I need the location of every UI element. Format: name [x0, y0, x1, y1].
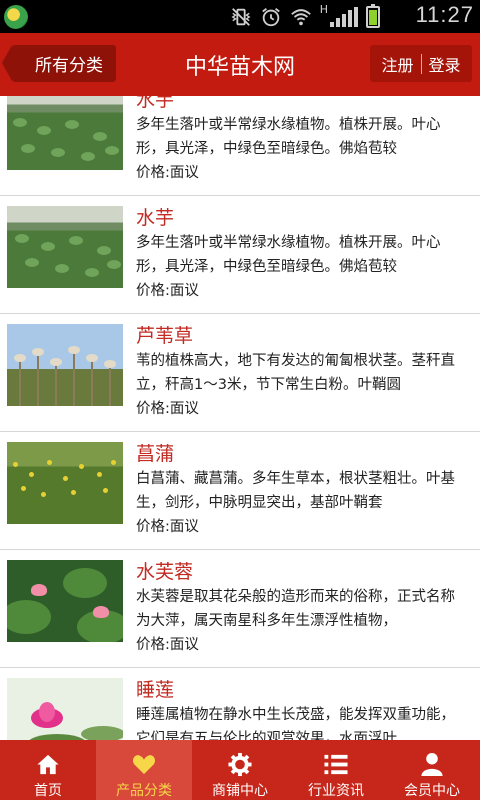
- reed-thumbnail: [7, 324, 123, 406]
- nav-label: 产品分类: [116, 783, 172, 799]
- product-price: 价格:面议: [136, 401, 199, 417]
- app-header: 所有分类 中华苗木网 注册 登录: [0, 33, 480, 96]
- field-thumbnail: [7, 206, 123, 288]
- clock: 11:27: [415, 2, 474, 27]
- water-lily-thumbnail: [7, 678, 123, 740]
- nav-industry-news[interactable]: 行业资讯: [288, 740, 384, 800]
- network-type-label: H: [319, 2, 328, 16]
- product-item[interactable]: 菖蒲 白菖蒲、藏菖蒲。多年生草本，根状茎粗壮。叶基生，剑形，中脉明显突出，基部叶…: [0, 432, 480, 550]
- product-name[interactable]: 芦苇草: [136, 323, 466, 349]
- product-name[interactable]: 菖蒲: [136, 441, 466, 467]
- product-item[interactable]: 水芋 多年生落叶或半常绿水缘植物。植株开展。叶心形，具光泽，中绿色至暗绿色。佛焰…: [0, 96, 480, 196]
- auth-buttons: 注册 登录: [370, 45, 472, 82]
- nav-label: 会员中心: [404, 783, 460, 799]
- nav-shop-center[interactable]: 商铺中心: [192, 740, 288, 800]
- page-title: 中华苗木网: [184, 55, 295, 80]
- auth-divider: [420, 53, 422, 74]
- bottom-navigation: 首页 产品分类 商铺中心 行业资讯 会员中心: [0, 740, 480, 800]
- wifi-icon: [290, 9, 311, 26]
- alarm-icon: [261, 8, 280, 27]
- iris-thumbnail: [7, 442, 123, 524]
- field-thumbnail: [7, 96, 123, 170]
- login-button[interactable]: 登录: [429, 52, 461, 76]
- product-item[interactable]: 芦苇草 苇的植株高大，地下有发达的匍匐根状茎。茎秆直立，秆高1～3米，节下常生白…: [0, 314, 480, 432]
- gear-icon: [228, 752, 252, 777]
- product-item[interactable]: 睡莲 睡莲属植物在静水中生长茂盛，能发挥双重功能，它们是有五与伦比的观赏效果，水…: [0, 668, 480, 740]
- user-icon: [421, 752, 443, 777]
- product-list[interactable]: 水芋 多年生落叶或半常绿水缘植物。植株开展。叶心形，具光泽，中绿色至暗绿色。佛焰…: [0, 96, 480, 740]
- list-icon: [324, 754, 348, 775]
- product-price: 价格:面议: [136, 283, 199, 299]
- product-name[interactable]: 水芋: [136, 96, 466, 113]
- product-price: 价格:面议: [136, 519, 199, 535]
- nav-member-center[interactable]: 会员中心: [384, 740, 480, 800]
- product-description: 白菖蒲、藏菖蒲。多年生草本，根状茎粗壮。叶基生，剑形，中脉明显突出，基部叶鞘套: [136, 471, 455, 511]
- status-icons: H: [230, 2, 380, 29]
- nav-label: 商铺中心: [212, 783, 268, 799]
- nav-home[interactable]: 首页: [0, 740, 96, 800]
- product-description: 多年生落叶或半常绿水缘植物。植株开展。叶心形，具光泽，中绿色至暗绿色。佛焰苞较: [136, 117, 441, 157]
- product-name[interactable]: 睡莲: [136, 677, 466, 703]
- battery-icon: [366, 4, 380, 28]
- product-description: 苇的植株高大，地下有发达的匍匐根状茎。茎秆直立，秆高1～3米，节下常生白粉。叶鞘…: [136, 353, 455, 393]
- product-name[interactable]: 水芙蓉: [136, 559, 466, 585]
- app-notification-icon: [4, 5, 28, 29]
- product-description: 睡莲属植物在静水中生长茂盛，能发挥双重功能，它们是有五与伦比的观赏效果，水面浮叶: [136, 707, 455, 740]
- product-item[interactable]: 水芙蓉 水芙蓉是取其花朵般的造形而来的俗称，正式名称为大萍，属天南星科多年生漂浮…: [0, 550, 480, 668]
- vibrate-icon: [231, 8, 251, 26]
- product-name[interactable]: 水芋: [136, 205, 466, 231]
- nav-product-categories[interactable]: 产品分类: [96, 740, 192, 800]
- product-price: 价格:面议: [136, 637, 199, 653]
- home-icon: [37, 754, 59, 775]
- register-button[interactable]: 注册: [381, 52, 413, 76]
- nav-label: 首页: [34, 783, 62, 799]
- nav-label: 行业资讯: [308, 783, 364, 799]
- product-description: 水芙蓉是取其花朵般的造形而来的俗称，正式名称为大萍，属天南星科多年生漂浮性植物，: [136, 589, 455, 629]
- product-item[interactable]: 水芋 多年生落叶或半常绿水缘植物。植株开展。叶心形，具光泽，中绿色至暗绿色。佛焰…: [0, 196, 480, 314]
- status-bar: H 11:27: [0, 0, 480, 33]
- product-price: 价格:面议: [136, 165, 199, 181]
- signal-icon: [330, 7, 358, 27]
- product-description: 多年生落叶或半常绿水缘植物。植株开展。叶心形，具光泽，中绿色至暗绿色。佛焰苞较: [136, 235, 441, 275]
- all-categories-back-button[interactable]: 所有分类: [2, 45, 116, 82]
- lotus-pad-thumbnail: [7, 560, 123, 642]
- heart-icon: [132, 755, 156, 775]
